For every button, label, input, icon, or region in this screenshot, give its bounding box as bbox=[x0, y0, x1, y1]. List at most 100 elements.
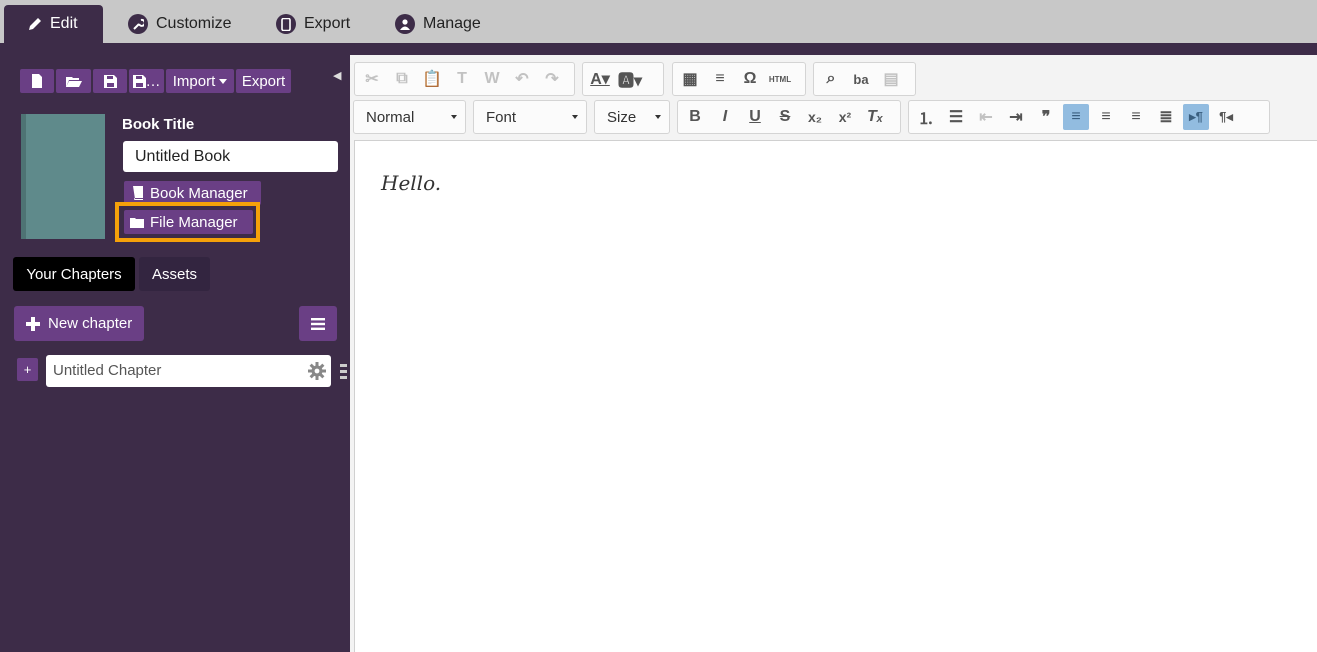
numbered-list-icon[interactable]: ⒈ bbox=[913, 104, 939, 130]
phone-icon bbox=[276, 14, 296, 34]
html-source-icon[interactable]: HTML bbox=[767, 66, 793, 92]
outdent-icon[interactable]: ⇤ bbox=[973, 104, 999, 130]
tab-export[interactable]: Export bbox=[276, 5, 350, 43]
import-dropdown[interactable]: Import bbox=[166, 69, 234, 93]
subscript-icon[interactable]: x₂ bbox=[802, 104, 828, 130]
hamburger-icon bbox=[311, 317, 325, 330]
paste-word-icon[interactable]: W bbox=[479, 66, 505, 92]
save-button[interactable] bbox=[93, 69, 127, 93]
tab-edit-label: Edit bbox=[50, 15, 78, 32]
export-label: Export bbox=[241, 72, 286, 90]
new-file-button[interactable] bbox=[20, 69, 54, 93]
blockquote-icon[interactable]: ❞ bbox=[1033, 104, 1059, 130]
export-file-button[interactable]: Export bbox=[236, 69, 291, 93]
editor-content[interactable]: Hello. bbox=[354, 140, 1317, 652]
chevron-down-icon bbox=[451, 115, 457, 119]
find-group: ⌕ ba ▤ bbox=[813, 62, 916, 96]
wrench-icon bbox=[128, 14, 148, 34]
rtl-direction-icon[interactable]: ¶◂ bbox=[1213, 104, 1239, 130]
sidebar: … Import Export ◀ Book Title Untitled Bo… bbox=[0, 55, 350, 652]
remove-format-icon[interactable]: Tₓ bbox=[862, 104, 888, 130]
book-manager-label: Book Manager bbox=[150, 184, 248, 202]
gear-icon[interactable] bbox=[308, 362, 326, 380]
table-icon[interactable]: ▦ bbox=[677, 66, 703, 92]
search-icon[interactable]: ⌕ bbox=[818, 66, 844, 92]
italic-icon[interactable]: I bbox=[712, 104, 738, 130]
chapter-menu-button[interactable] bbox=[299, 306, 337, 341]
save-as-button[interactable]: … bbox=[129, 69, 164, 93]
undo-icon[interactable]: ↶ bbox=[509, 66, 535, 92]
add-subchapter-button[interactable]: + bbox=[17, 358, 38, 381]
save-as-icon bbox=[132, 74, 146, 88]
plus-icon bbox=[26, 316, 40, 331]
strikethrough-icon[interactable]: S bbox=[772, 104, 798, 130]
tab-your-chapters[interactable]: Your Chapters bbox=[13, 257, 135, 291]
font-select[interactable]: Font bbox=[473, 100, 587, 134]
superscript-icon[interactable]: x² bbox=[832, 104, 858, 130]
chapter-title-text: Untitled Chapter bbox=[53, 362, 162, 379]
user-icon bbox=[395, 14, 415, 34]
chevron-down-icon bbox=[655, 115, 661, 119]
replace-icon[interactable]: ba bbox=[848, 66, 874, 92]
caret-down-icon bbox=[219, 78, 228, 84]
chapter-drag-handle[interactable] bbox=[340, 364, 347, 382]
clipboard-group: ✂ ⧉ 📋 T W ↶ ↷ bbox=[354, 62, 575, 96]
underline-icon[interactable]: U bbox=[742, 104, 768, 130]
tab-assets[interactable]: Assets bbox=[139, 257, 210, 291]
align-justify-icon[interactable]: ≣ bbox=[1153, 104, 1179, 130]
indent-icon[interactable]: ⇥ bbox=[1003, 104, 1029, 130]
size-select[interactable]: Size bbox=[594, 100, 670, 134]
tab-manage[interactable]: Manage bbox=[395, 5, 481, 43]
collapse-sidebar-icon[interactable]: ◀ bbox=[333, 69, 341, 82]
book-icon bbox=[133, 186, 143, 200]
select-all-icon[interactable]: ▤ bbox=[878, 66, 904, 92]
file-manager-label: File Manager bbox=[150, 213, 238, 231]
book-cover[interactable] bbox=[21, 114, 105, 239]
chevron-down-icon bbox=[572, 115, 578, 119]
save-as-ellipsis: … bbox=[145, 72, 161, 90]
tab-your-chapters-label: Your Chapters bbox=[26, 265, 122, 283]
ltr-direction-icon[interactable]: ▸¶ bbox=[1183, 104, 1209, 130]
color-group: A▾ 🅰▾ bbox=[582, 62, 664, 96]
book-title-input[interactable]: Untitled Book bbox=[123, 141, 338, 172]
new-chapter-button[interactable]: New chapter bbox=[14, 306, 144, 341]
format-select-value: Normal bbox=[366, 108, 415, 126]
special-char-icon[interactable]: Ω bbox=[737, 66, 763, 92]
open-file-button[interactable] bbox=[56, 69, 91, 93]
tab-manage-label: Manage bbox=[423, 15, 481, 32]
copy-icon[interactable]: ⧉ bbox=[389, 66, 415, 92]
align-left-icon[interactable]: ≡ bbox=[1063, 104, 1089, 130]
tab-customize[interactable]: Customize bbox=[128, 5, 232, 43]
content-paragraph[interactable]: Hello. bbox=[381, 171, 441, 195]
book-spine bbox=[21, 114, 26, 239]
background-color-icon[interactable]: 🅰▾ bbox=[617, 66, 643, 92]
file-manager-button[interactable]: File Manager bbox=[124, 210, 253, 234]
bullet-list-icon[interactable]: ☰ bbox=[943, 104, 969, 130]
tab-edit[interactable]: Edit bbox=[4, 5, 103, 43]
redo-icon[interactable]: ↷ bbox=[539, 66, 565, 92]
header-divider bbox=[0, 43, 1317, 55]
align-center-icon[interactable]: ≡ bbox=[1093, 104, 1119, 130]
paste-icon[interactable]: 📋 bbox=[419, 66, 445, 92]
open-folder-icon bbox=[65, 77, 82, 87]
paragraph-group: ⒈ ☰ ⇤ ⇥ ❞ ≡ ≡ ≡ ≣ ▸¶ ¶◂ bbox=[908, 100, 1270, 134]
book-title-label: Book Title bbox=[122, 116, 195, 133]
bold-icon[interactable]: B bbox=[682, 104, 708, 130]
tab-export-label: Export bbox=[304, 15, 351, 32]
size-select-value: Size bbox=[607, 108, 637, 126]
import-label: Import bbox=[172, 72, 216, 90]
insert-group: ▦ ≡ Ω HTML bbox=[672, 62, 806, 96]
align-right-icon[interactable]: ≡ bbox=[1123, 104, 1149, 130]
text-style-group: B I U S x₂ x² Tₓ bbox=[677, 100, 901, 134]
folder-icon bbox=[130, 217, 144, 228]
text-color-icon[interactable]: A▾ bbox=[587, 66, 613, 92]
chapter-title-input[interactable]: Untitled Chapter bbox=[46, 355, 331, 387]
save-icon bbox=[103, 74, 117, 88]
font-select-value: Font bbox=[486, 108, 517, 126]
format-select[interactable]: Normal bbox=[353, 100, 466, 134]
cut-icon[interactable]: ✂ bbox=[359, 66, 385, 92]
new-chapter-label: New chapter bbox=[48, 315, 133, 332]
paste-text-icon[interactable]: T bbox=[449, 66, 475, 92]
horizontal-line-icon[interactable]: ≡ bbox=[707, 66, 733, 92]
top-navigation: Edit Customize Export Manage bbox=[0, 0, 1317, 43]
